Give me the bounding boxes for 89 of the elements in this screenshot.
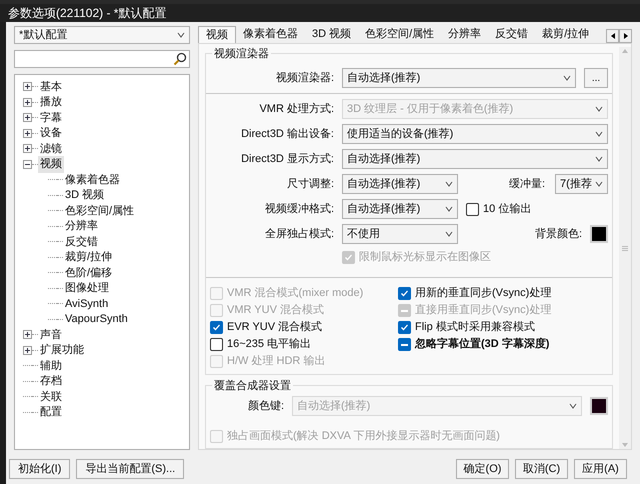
tree-item[interactable]: 配置	[38, 404, 64, 420]
checkbox-label: 忽略字幕位置(3D 字幕深度)	[415, 336, 550, 352]
checkbox[interactable]	[210, 338, 223, 351]
field-label: 视频渲染器:	[274, 70, 335, 86]
tree-item[interactable]: 存档	[38, 373, 64, 390]
left-arrow-icon	[610, 33, 614, 39]
more-button[interactable]: ...	[584, 68, 608, 88]
field-label: 颜色键:	[246, 398, 285, 414]
expand-icon[interactable]	[23, 113, 32, 122]
expand-icon[interactable]	[23, 82, 32, 92]
field-label: Direct3D 输出设备:	[240, 126, 335, 142]
tree-item[interactable]: 滤镜	[38, 140, 64, 157]
expand-icon[interactable]	[23, 98, 32, 107]
tree-item[interactable]: 像素着色器	[63, 172, 122, 188]
dropdown[interactable]: 自动选择(推荐)	[342, 68, 576, 88]
tree-item[interactable]: 3D 视频	[63, 187, 106, 204]
tree-item[interactable]: 字幕	[38, 110, 64, 126]
expand-icon[interactable]	[23, 144, 32, 154]
checkmark-icon	[344, 253, 353, 262]
checkbox-label: 独占画面模式(解决 DXVA 下用外接显示器时无画面问题)	[227, 428, 500, 444]
tab-scroll-right-button[interactable]	[619, 29, 632, 43]
tab[interactable]: 3D 视频	[305, 26, 358, 43]
checkbox-label: VMR YUV 混合模式	[227, 303, 324, 318]
checkbox-label: 16~235 电平输出	[227, 337, 312, 352]
tree-item[interactable]: 关联	[38, 388, 64, 405]
dropdown[interactable]: 自动选择(推荐)	[342, 149, 608, 169]
checkbox-label: 直接用垂直同步(Vsync)处理	[415, 302, 552, 318]
dropdown[interactable]: 7(推荐	[555, 174, 608, 194]
dropdown[interactable]: 自动选择(推荐)	[342, 199, 458, 219]
tab[interactable]: 裁剪/拉伸	[535, 26, 596, 43]
grip-icon	[622, 246, 628, 250]
collapse-icon[interactable]	[23, 160, 32, 169]
profile-dropdown[interactable]: *默认配置	[14, 26, 190, 44]
tree-item[interactable]: 声音	[38, 326, 64, 343]
down-arrow-icon	[622, 443, 628, 447]
tab[interactable]: 分辨率	[441, 26, 488, 43]
up-arrow-icon	[622, 49, 628, 53]
tab-scroll-left-button[interactable]	[606, 29, 619, 43]
checkbox-label: 10 位输出	[483, 202, 532, 217]
dropdown[interactable]: 使用适当的设备(推荐)	[342, 124, 608, 144]
footer-button[interactable]: 应用(A)	[574, 459, 627, 479]
tree-item[interactable]: 裁剪/拉伸	[63, 249, 114, 266]
checkbox-label: 用新的垂直同步(Vsync)处理	[415, 286, 552, 302]
field-label: 缓冲量:	[508, 176, 546, 192]
field-label: 尺寸调整:	[286, 176, 335, 192]
checkbox-label: H/W 处理 HDR 输出	[227, 354, 326, 370]
tree-item[interactable]: 辅助	[38, 358, 64, 374]
dropdown[interactable]: 不使用	[342, 224, 458, 244]
tab[interactable]: 视频	[198, 26, 236, 43]
field-label: VMR 处理方式:	[258, 102, 335, 117]
dropdown[interactable]: 自动选择(推荐)	[342, 174, 458, 194]
right-arrow-icon	[624, 33, 628, 39]
checkbox[interactable]	[398, 338, 411, 351]
tree-item[interactable]: 扩展功能	[38, 342, 86, 358]
field-label: Direct3D 显示方式:	[240, 152, 335, 167]
expand-icon[interactable]	[23, 346, 32, 355]
tree-item[interactable]: 色阶/偏移	[63, 264, 114, 281]
expand-icon[interactable]	[23, 330, 32, 340]
footer-button[interactable]: 初始化(I)	[9, 459, 70, 479]
tab[interactable]: 像素着色器	[236, 26, 305, 43]
expand-icon[interactable]	[23, 128, 32, 138]
checkbox-label: EVR YUV 混合模式	[227, 320, 322, 336]
tree-item[interactable]: AviSynth	[63, 296, 110, 312]
checkbox[interactable]	[466, 202, 479, 216]
checkbox-label: Flip 模式时采用兼容模式	[415, 320, 535, 336]
tree-item[interactable]: 图像处理	[63, 280, 111, 296]
scrollbar[interactable]	[619, 47, 631, 449]
tree-item[interactable]: 基本	[38, 78, 64, 95]
window-title: 参数选项(221102) - *默认配置	[8, 5, 166, 22]
tree-item[interactable]: 设备	[38, 125, 64, 142]
tree-item[interactable]: 色彩空间/属性	[63, 202, 136, 219]
tree-item[interactable]: 分辨率	[63, 218, 100, 234]
tree-item[interactable]: VapourSynth	[63, 311, 130, 328]
footer-button[interactable]: 确定(O)	[456, 459, 509, 479]
tree-item[interactable]: 播放	[38, 94, 64, 110]
tree-item[interactable]: 视频	[38, 156, 64, 172]
search-icon[interactable]	[173, 52, 187, 66]
tab[interactable]: 反交错	[488, 26, 536, 43]
field-label: 视频缓冲格式:	[264, 202, 335, 217]
tab[interactable]: 色彩空间/属性	[358, 26, 442, 43]
checkbox-label: 限制鼠标光标显示在图像区	[359, 250, 491, 266]
footer-button[interactable]: 取消(C)	[515, 459, 568, 479]
field-label: 全屏独占模式:	[264, 226, 335, 242]
footer-button[interactable]: 导出当前配置(S)...	[76, 459, 184, 479]
checkbox-label: VMR 混合模式(mixer mode)	[227, 286, 364, 302]
field-label: 背景颜色:	[534, 226, 583, 242]
tree-item[interactable]: 反交错	[63, 234, 100, 250]
color-swatch[interactable]	[590, 225, 608, 243]
search-field[interactable]	[14, 50, 190, 68]
